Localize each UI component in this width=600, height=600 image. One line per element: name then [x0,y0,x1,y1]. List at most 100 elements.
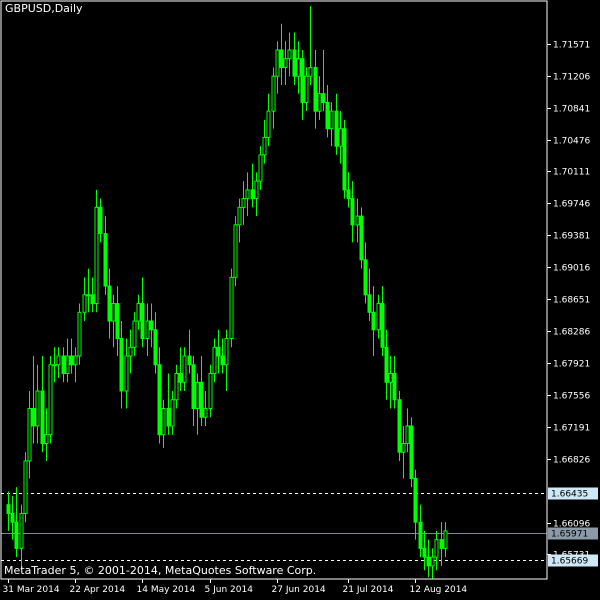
candle-body [174,373,179,401]
candle-body [254,180,259,200]
candle-body [355,215,360,226]
candle-body [52,364,57,367]
candle-body [430,556,435,567]
candle-body [287,49,292,60]
candle-body [300,58,305,103]
candle-body [90,294,95,305]
time-tick-label: 5 Jun 2014 [205,585,254,595]
candle-body [422,547,427,558]
time-tick-label: 27 Jun 2014 [272,585,326,595]
candle-body [241,198,246,208]
candle-body [82,294,87,313]
candle-body [10,512,15,523]
candle-body [170,399,175,427]
candle-body [439,539,444,549]
candle-body [69,355,74,366]
price-tag-label: 1.65669 [551,557,588,567]
candle-body [119,338,124,392]
candle-body [271,75,276,112]
candle-body [329,110,334,130]
candle-body [350,198,355,226]
chart-background [0,0,600,600]
candle-body [397,399,402,453]
candle-body [317,93,322,112]
candle [77,303,82,365]
candle-body [86,294,91,297]
candle-body [153,329,158,366]
time-tick-label: 14 May 2014 [137,585,196,595]
candle-body [266,110,271,138]
candle-body [23,460,28,514]
candle-body [392,373,397,401]
time-tick-label: 22 Apr 2014 [70,585,126,595]
candle-body [212,346,217,375]
candle-body [56,355,61,366]
candle-body [371,311,376,331]
candle-body [283,58,288,68]
candle-body [384,346,389,383]
candle-body [443,530,448,549]
candle-body [157,364,162,436]
candle-body [308,66,313,77]
candle-body [136,303,141,322]
candle-body [359,215,364,261]
price-tick-label: 1.68651 [553,296,590,306]
candle-body [426,556,431,567]
price-tick-label: 1.66826 [553,456,590,466]
candle-body [77,311,82,357]
candle-body [313,66,318,112]
candle-body [98,206,103,235]
candle-body [346,189,351,200]
candle-body [14,521,19,549]
candle-body [342,128,347,191]
candle-body [363,259,368,296]
candle-body [367,294,372,313]
price-chart[interactable]: 1.71571 1.71206 1.70841 1.70476 1.70111 1.697… [0,0,600,600]
candle-body [161,407,166,436]
candle-body [229,276,234,340]
candle-body [338,128,343,147]
candle-body [418,521,423,549]
candle-body [262,136,267,156]
time-tick-label: 31 Mar 2014 [3,585,60,595]
price-tick-label: 1.67191 [553,424,590,434]
price-tick-label: 1.70476 [553,137,590,147]
candle-body [111,303,116,322]
time-tick-label: 21 Jul 2014 [343,585,394,595]
candle-body [380,303,385,348]
copyright-text: MetaTrader 5, © 2001-2014, MetaQuotes So… [4,564,316,577]
candle-body [258,154,263,182]
candle-body [334,110,339,147]
candle-body [275,49,280,77]
candle-body [279,49,284,68]
candle-body [304,75,309,103]
price-tick-label: 1.67921 [553,360,590,370]
chart-title: GBPUSD,Daily [5,2,83,15]
candle [409,417,414,488]
candle-body [325,101,330,130]
candle-body [321,93,326,103]
candle [23,452,28,523]
candle-body [40,390,45,444]
candle-body [195,381,200,409]
candle-body [409,425,414,479]
candle-body [132,320,137,348]
candle-body [434,539,439,558]
candle-body [27,407,32,462]
candle-body [6,504,11,514]
candle-body [128,346,133,357]
candle [359,207,364,269]
candle-body [19,512,24,549]
candle [233,216,238,287]
candle-body [35,390,40,427]
candle-body [140,303,145,340]
price-tick-label: 1.69016 [553,264,590,274]
candle-body [65,355,70,375]
time-tick-label: 12 Aug 2014 [410,585,468,595]
price-tick-label: 1.71571 [553,41,590,51]
candle-body [191,364,196,409]
candle-body [208,373,213,409]
candle-body [48,364,53,436]
candle-body [203,407,208,418]
candle-body [187,355,192,366]
